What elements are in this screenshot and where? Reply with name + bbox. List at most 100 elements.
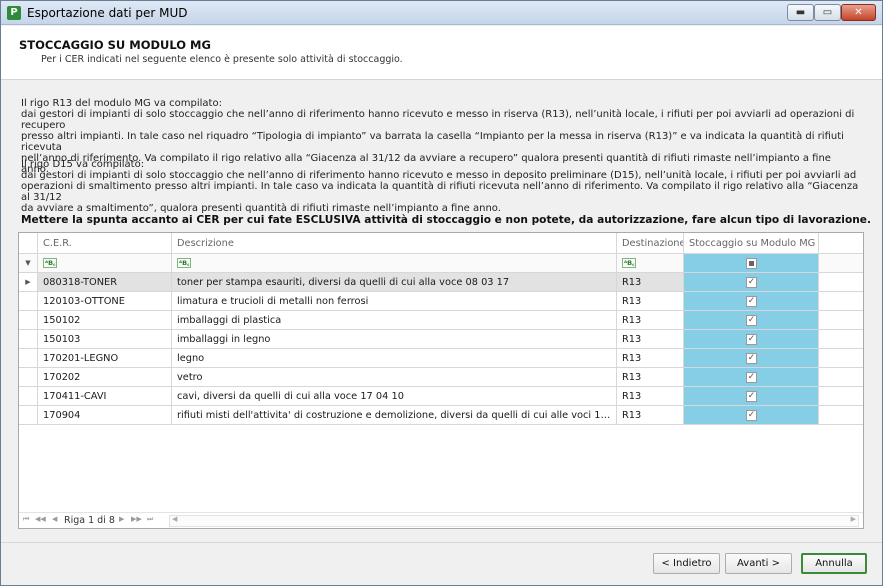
cell-destinazione[interactable]: R13 (617, 387, 684, 406)
row-filler (819, 406, 863, 425)
stoccaggio-checkbox[interactable]: ✓ (746, 315, 757, 326)
cell-stoccaggio[interactable]: ✓ (684, 311, 819, 330)
filter-cell-stoccaggio[interactable] (684, 254, 819, 273)
header-indicator (19, 233, 38, 254)
header-filler (819, 233, 863, 254)
grid-pager: ⏮ ◀◀ ◀ Riga 1 di 8 ▶ ▶▶ ⏭ ◀ ▶ (19, 512, 863, 528)
stoccaggio-checkbox[interactable]: ✓ (746, 296, 757, 307)
scroll-left-icon[interactable]: ◀ (172, 515, 177, 523)
row-indicator (19, 311, 38, 330)
text-filter-icon: ᴬB꜀ (622, 258, 637, 268)
cell-cer[interactable]: 150102 (38, 311, 172, 330)
page-title: STOCCAGGIO SU MODULO MG (19, 38, 211, 52)
scroll-right-icon[interactable]: ▶ (851, 515, 856, 523)
row-indicator (19, 330, 38, 349)
cell-descrizione[interactable]: toner per stampa esauriti, diversi da qu… (172, 273, 617, 292)
close-button[interactable]: ✕ (841, 4, 876, 21)
stoccaggio-checkbox[interactable]: ✓ (746, 391, 757, 402)
cell-cer[interactable]: 170411-CAVI (38, 387, 172, 406)
grid-filter-row: ▼ ᴬB꜀ ᴬB꜀ ᴬB꜀ (19, 254, 863, 273)
stoccaggio-checkbox[interactable]: ✓ (746, 353, 757, 364)
cancel-button[interactable]: Annulla (801, 553, 867, 574)
filter-icon[interactable]: ▼ (19, 254, 38, 273)
table-row[interactable]: 170904 rifiuti misti dell'attivita' di co… (19, 406, 863, 425)
cell-stoccaggio[interactable]: ✓ (684, 406, 819, 425)
row-indicator: ▶ (19, 273, 38, 292)
next-button[interactable]: Avanti > (725, 553, 792, 574)
next-row-icon[interactable]: ▶ (119, 515, 124, 523)
stoccaggio-checkbox[interactable]: ✓ (746, 277, 757, 288)
page-subtitle: Per i CER indicati nel seguente elenco è… (41, 54, 403, 65)
stoccaggio-checkbox[interactable]: ✓ (746, 372, 757, 383)
cell-destinazione[interactable]: R13 (617, 406, 684, 425)
table-row[interactable]: ▶ 080318-TONER toner per stampa esauriti, … (19, 273, 863, 292)
cell-cer[interactable]: 080318-TONER (38, 273, 172, 292)
cell-descrizione[interactable]: vetro (172, 368, 617, 387)
cell-stoccaggio[interactable]: ✓ (684, 292, 819, 311)
next-page-icon[interactable]: ▶▶ (131, 515, 142, 523)
table-row[interactable]: 170201-LEGNO legno R13 ✓ (19, 349, 863, 368)
cell-destinazione[interactable]: R13 (617, 349, 684, 368)
prev-row-icon[interactable]: ◀ (52, 515, 57, 523)
cell-stoccaggio[interactable]: ✓ (684, 387, 819, 406)
cell-descrizione[interactable]: cavi, diversi da quelli di cui alla voce… (172, 387, 617, 406)
filter-cell-cer[interactable]: ᴬB꜀ (38, 254, 172, 273)
column-header-descrizione[interactable]: Descrizione (172, 233, 617, 254)
window-title: Esportazione dati per MUD (27, 6, 188, 20)
column-header-cer[interactable]: C.E.R. (38, 233, 172, 254)
filter-checkbox[interactable] (746, 258, 757, 269)
app-logo-icon: P (7, 6, 21, 20)
back-button[interactable]: < Indietro (653, 553, 720, 574)
cell-cer[interactable]: 170202 (38, 368, 172, 387)
cell-destinazione[interactable]: R13 (617, 273, 684, 292)
cell-cer[interactable]: 150103 (38, 330, 172, 349)
last-page-icon[interactable]: ⏭ (147, 515, 153, 524)
cell-descrizione[interactable]: imballaggi in legno (172, 330, 617, 349)
table-row[interactable]: 150103 imballaggi in legno R13 ✓ (19, 330, 863, 349)
cell-cer[interactable]: 170904 (38, 406, 172, 425)
table-row[interactable]: 170202 vetro R13 ✓ (19, 368, 863, 387)
column-header-stoccaggio[interactable]: Stoccaggio su Modulo MG (684, 233, 819, 254)
stoccaggio-checkbox[interactable]: ✓ (746, 334, 757, 345)
row-indicator (19, 292, 38, 311)
stoccaggio-checkbox[interactable]: ✓ (746, 410, 757, 421)
cell-cer[interactable]: 120103-OTTONE (38, 292, 172, 311)
first-page-icon[interactable]: ⏮ (23, 515, 29, 524)
title-bar[interactable]: P Esportazione dati per MUD ▬ ▭ ✕ (1, 1, 882, 25)
text-filter-icon: ᴬB꜀ (43, 258, 58, 268)
cell-descrizione[interactable]: rifiuti misti dell'attivita' di costruzi… (172, 406, 617, 425)
horizontal-scrollbar[interactable]: ◀ ▶ (169, 515, 859, 527)
column-header-destinazione[interactable]: Destinazione (617, 233, 684, 254)
cell-cer[interactable]: 170201-LEGNO (38, 349, 172, 368)
cell-stoccaggio[interactable]: ✓ (684, 330, 819, 349)
row-filler (819, 387, 863, 406)
table-row[interactable]: 150102 imballaggi di plastica R13 ✓ (19, 311, 863, 330)
table-row[interactable]: 120103-OTTONE limatura e trucioli di meta… (19, 292, 863, 311)
minimize-button[interactable]: ▬ (787, 4, 814, 21)
row-filler (819, 273, 863, 292)
cell-destinazione[interactable]: R13 (617, 368, 684, 387)
filter-cell-destinazione[interactable]: ᴬB꜀ (617, 254, 684, 273)
cell-destinazione[interactable]: R13 (617, 311, 684, 330)
cell-descrizione[interactable]: limatura e trucioli di metalli non ferro… (172, 292, 617, 311)
row-indicator (19, 406, 38, 425)
instruction-text: Mettere la spunta accanto ai CER per cui… (21, 214, 871, 226)
cell-stoccaggio[interactable]: ✓ (684, 349, 819, 368)
pager-status: Riga 1 di 8 (64, 515, 115, 526)
row-indicator (19, 349, 38, 368)
footer-divider (1, 542, 882, 543)
row-filler (819, 311, 863, 330)
table-row[interactable]: 170411-CAVI cavi, diversi da quelli di cu… (19, 387, 863, 406)
cell-destinazione[interactable]: R13 (617, 330, 684, 349)
cell-descrizione[interactable]: legno (172, 349, 617, 368)
cell-descrizione[interactable]: imballaggi di plastica (172, 311, 617, 330)
cer-grid: C.E.R. Descrizione Destinazione Stoccagg… (18, 232, 864, 529)
cell-stoccaggio[interactable]: ✓ (684, 273, 819, 292)
cell-stoccaggio[interactable]: ✓ (684, 368, 819, 387)
d15-description: Il rigo D15 va compilato: dai gestori di… (21, 159, 859, 214)
prev-page-icon[interactable]: ◀◀ (35, 515, 46, 523)
row-indicator (19, 368, 38, 387)
filter-cell-descrizione[interactable]: ᴬB꜀ (172, 254, 617, 273)
cell-destinazione[interactable]: R13 (617, 292, 684, 311)
maximize-button[interactable]: ▭ (814, 4, 841, 21)
